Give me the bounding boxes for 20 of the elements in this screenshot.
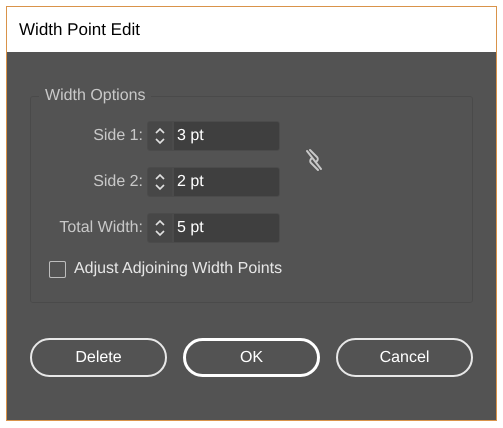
up-down-arrows-icon	[154, 217, 166, 239]
dialog-button[interactable]: OK	[183, 338, 320, 377]
checkbox[interactable]	[49, 260, 66, 278]
group-title: Width Options	[39, 86, 152, 106]
up-down-arrows-icon	[154, 171, 166, 193]
field-label: Side 1:	[92, 126, 144, 146]
number-field[interactable]: 2 pt	[173, 167, 280, 197]
spinner-button[interactable]	[147, 213, 173, 243]
number-field[interactable]: 5 pt	[173, 213, 280, 243]
up-down-arrows-icon	[154, 125, 166, 147]
dialog-button[interactable]: Cancel	[336, 338, 473, 377]
checkbox-label: Adjust Adjoining Width Points	[74, 259, 282, 279]
window-title: Width Point Edit	[19, 18, 140, 41]
spinner-button[interactable]	[147, 167, 173, 197]
broken-link-icon[interactable]	[304, 147, 324, 173]
field-label: Total Width:	[58, 218, 144, 238]
dialog-button[interactable]: Delete	[30, 338, 167, 377]
field-label: Side 2:	[92, 172, 144, 192]
spinner-button[interactable]	[147, 121, 173, 151]
number-field[interactable]: 3 pt	[173, 121, 280, 151]
